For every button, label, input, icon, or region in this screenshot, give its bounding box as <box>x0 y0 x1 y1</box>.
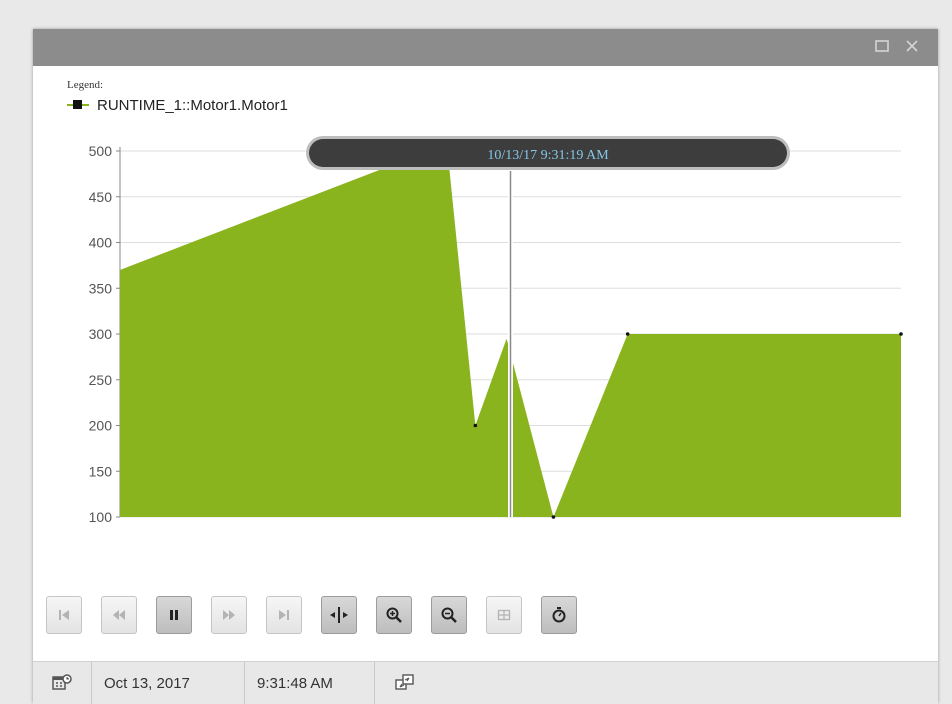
y-tick-label: 250 <box>89 372 113 388</box>
y-tick-label: 100 <box>89 509 113 525</box>
close-icon[interactable] <box>903 38 921 56</box>
last-button[interactable] <box>266 596 302 634</box>
skip-first-icon <box>59 610 69 620</box>
y-tick-label: 300 <box>89 326 113 342</box>
trend-chart[interactable]: 100 150 200 250 300 350 400 450 500 10/13/17 9:31… <box>63 129 923 529</box>
trend-window: Legend: RUNTIME_1::Motor1.Motor1 100 150 2… <box>33 29 938 704</box>
data-point <box>899 332 903 336</box>
fast-forward-icon <box>223 610 235 620</box>
y-tick-label: 350 <box>89 280 113 296</box>
rewind-button[interactable] <box>101 596 137 634</box>
table-button[interactable] <box>486 596 522 634</box>
zoom-in-icon <box>386 607 402 623</box>
timer-button[interactable] <box>541 596 577 634</box>
y-tick-label: 450 <box>89 189 113 205</box>
pause-button[interactable] <box>156 596 192 634</box>
cursor-button[interactable] <box>321 596 357 634</box>
legend-marker-icon <box>67 98 89 112</box>
title-bar <box>33 29 938 66</box>
data-point <box>473 423 478 428</box>
cursor-icon <box>330 607 348 623</box>
y-tick-label: 400 <box>89 235 113 251</box>
cursor-timestamp: 10/13/17 9:31:19 AM <box>487 148 609 163</box>
calendar-clock-icon[interactable] <box>33 662 92 704</box>
status-bar: Oct 13, 2017 9:31:48 AM <box>33 661 938 704</box>
zoom-in-button[interactable] <box>376 596 412 634</box>
data-point <box>625 332 630 336</box>
zoom-out-icon <box>441 607 457 623</box>
y-tick-label: 150 <box>89 463 113 479</box>
legend-item[interactable]: RUNTIME_1::Motor1.Motor1 <box>67 95 288 115</box>
data-point <box>551 515 556 519</box>
skip-last-icon <box>279 610 289 620</box>
y-tick-label: 200 <box>89 418 113 434</box>
first-button[interactable] <box>46 596 82 634</box>
zoom-out-button[interactable] <box>431 596 467 634</box>
status-date: Oct 13, 2017 <box>92 662 245 704</box>
table-icon <box>497 609 511 621</box>
status-time: 9:31:48 AM <box>245 662 375 704</box>
stopwatch-icon <box>552 607 566 623</box>
y-tick-label: 500 <box>89 143 113 159</box>
pause-icon <box>170 610 178 620</box>
legend-label: RUNTIME_1::Motor1.Motor1 <box>97 96 288 114</box>
legend-title: Legend: <box>67 79 104 91</box>
rewind-icon <box>113 610 125 620</box>
maximize-icon[interactable] <box>873 38 891 56</box>
fast-forward-button[interactable] <box>211 596 247 634</box>
sync-windows-icon[interactable] <box>375 662 435 704</box>
